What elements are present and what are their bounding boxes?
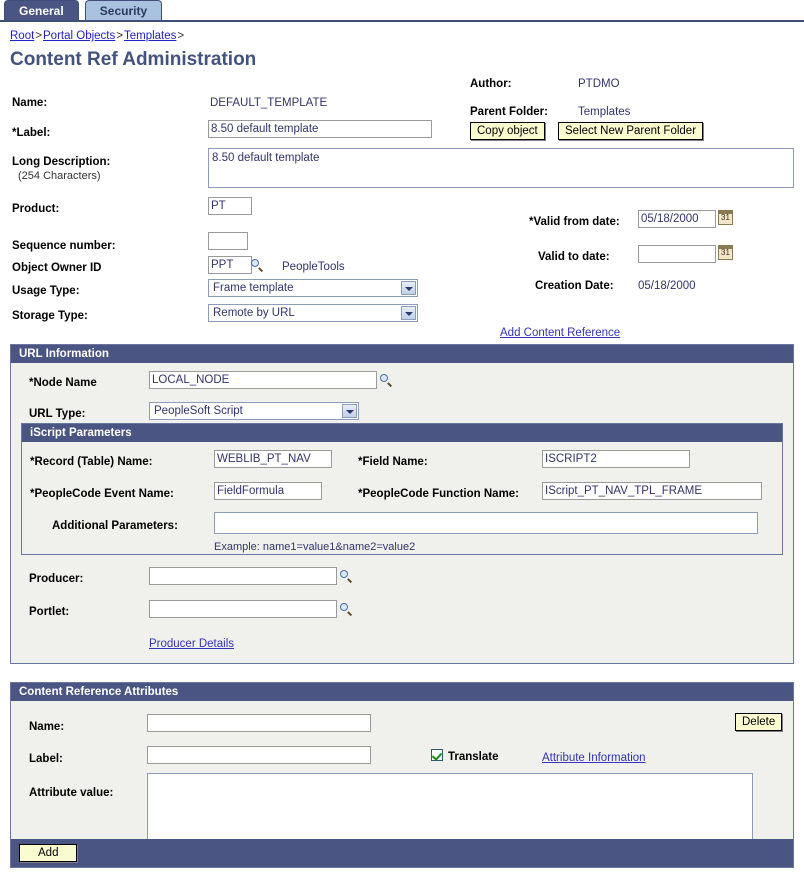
chevron-down-icon[interactable] (401, 306, 416, 320)
producer-input[interactable] (149, 567, 337, 585)
attribute-name-label: Name: (29, 721, 64, 733)
url-information-header: URL Information (11, 345, 793, 363)
valid-to-date-label: Valid to date: (538, 251, 610, 263)
product-input[interactable] (208, 197, 252, 215)
breadcrumb: Root>Portal Objects>Templates> (0, 22, 804, 42)
add-button[interactable]: Add (19, 844, 77, 862)
chevron-down-icon[interactable] (342, 404, 357, 418)
sequence-number-label: Sequence number: (12, 240, 116, 252)
attribute-name-input[interactable] (147, 714, 371, 732)
portlet-label: Portlet: (29, 606, 69, 618)
creation-date-label: Creation Date: (535, 280, 614, 292)
author-value: PTDMO (578, 78, 620, 90)
attribute-label-input[interactable] (147, 746, 371, 764)
field-name-label: *Field Name: (358, 456, 428, 468)
search-icon[interactable] (379, 373, 393, 387)
peoplecode-function-name-label: *PeopleCode Function Name: (358, 488, 519, 500)
breadcrumb-link-portal-objects[interactable]: Portal Objects (43, 30, 115, 42)
producer-details-link[interactable]: Producer Details (149, 638, 234, 650)
search-icon[interactable] (339, 602, 353, 616)
calendar-icon[interactable]: 31 (718, 210, 733, 225)
additional-parameters-example: Example: name1=value1&name2=value2 (214, 541, 415, 553)
translate-checkbox[interactable] (431, 749, 443, 761)
url-information-panel: URL Information *Node Name URL Type: Peo… (10, 344, 794, 664)
url-type-label: URL Type: (29, 408, 85, 420)
additional-parameters-label: Additional Parameters: (52, 520, 178, 532)
url-type-select[interactable]: PeopleSoft Script (149, 402, 359, 420)
label-input[interactable] (208, 120, 432, 138)
portlet-input[interactable] (149, 600, 337, 618)
usage-type-value: Frame template (213, 281, 294, 296)
long-description-textarea[interactable] (208, 148, 794, 188)
breadcrumb-separator: > (176, 30, 185, 42)
calendar-icon[interactable]: 31 (718, 245, 733, 260)
author-label: Author: (470, 78, 512, 90)
product-label: Product: (12, 203, 59, 215)
content-reference-attributes-panel: Content Reference Attributes Name: Delet… (10, 682, 794, 868)
object-owner-description: PeopleTools (282, 261, 345, 273)
object-owner-label: Object Owner ID (12, 262, 101, 274)
sequence-number-input[interactable] (208, 232, 248, 250)
additional-parameters-input[interactable] (214, 512, 758, 534)
attribute-label-label: Label: (29, 753, 63, 765)
url-type-value: PeopleSoft Script (154, 404, 243, 419)
storage-type-select[interactable]: Remote by URL (208, 304, 418, 322)
iscript-parameters-header: iScript Parameters (22, 424, 782, 442)
iscript-parameters-panel: iScript Parameters *Record (Table) Name:… (21, 423, 783, 555)
valid-to-date-input[interactable] (638, 245, 716, 263)
peoplecode-function-name-input[interactable] (542, 482, 762, 500)
select-new-parent-folder-button[interactable]: Select New Parent Folder (558, 122, 703, 140)
breadcrumb-separator: > (34, 30, 43, 42)
content-reference-attributes-header: Content Reference Attributes (11, 683, 793, 701)
add-content-reference-link[interactable]: Add Content Reference (500, 327, 620, 339)
label-label: *Label: (12, 127, 50, 139)
page-title: Content Ref Administration (10, 49, 804, 71)
parent-folder-label: Parent Folder: (470, 106, 548, 118)
delete-button[interactable]: Delete (735, 713, 782, 731)
name-label: Name: (12, 97, 47, 109)
attribute-value-label: Attribute value: (29, 787, 113, 799)
parent-folder-value: Templates (578, 106, 630, 118)
valid-from-date-label: *Valid from date: (529, 216, 620, 228)
search-icon[interactable] (339, 569, 353, 583)
search-icon[interactable] (250, 258, 264, 272)
tab-bar: General Security (0, 0, 804, 22)
attribute-value-textarea[interactable] (147, 773, 753, 841)
attribute-information-link[interactable]: Attribute Information (542, 752, 646, 764)
breadcrumb-separator: > (115, 30, 124, 42)
usage-type-select[interactable]: Frame template (208, 279, 418, 297)
producer-label: Producer: (29, 573, 83, 585)
node-name-label: *Node Name (29, 377, 97, 389)
record-table-name-label: *Record (Table) Name: (30, 456, 152, 468)
breadcrumb-link-root[interactable]: Root (10, 30, 34, 42)
chevron-down-icon[interactable] (401, 281, 416, 295)
translate-label: Translate (448, 751, 499, 763)
creation-date-value: 05/18/2000 (638, 280, 696, 292)
attributes-footer-bar: Add (11, 839, 793, 867)
long-description-sublabel: (254 Characters) (18, 170, 101, 182)
record-table-name-input[interactable] (214, 450, 332, 468)
tab-general[interactable]: General (4, 0, 79, 20)
storage-type-value: Remote by URL (213, 306, 295, 321)
node-name-input[interactable] (149, 371, 377, 389)
valid-from-date-input[interactable] (638, 210, 716, 228)
tab-security[interactable]: Security (85, 0, 162, 20)
long-description-label: Long Description: (12, 156, 110, 168)
storage-type-label: Storage Type: (12, 310, 88, 322)
peoplecode-event-name-label: *PeopleCode Event Name: (30, 488, 174, 500)
field-name-input[interactable] (542, 450, 690, 468)
peoplecode-event-name-input[interactable] (214, 482, 322, 500)
copy-object-button[interactable]: Copy object (470, 122, 545, 140)
name-value: DEFAULT_TEMPLATE (210, 97, 327, 109)
breadcrumb-link-templates[interactable]: Templates (124, 30, 176, 42)
usage-type-label: Usage Type: (12, 285, 80, 297)
object-owner-input[interactable] (208, 256, 252, 274)
